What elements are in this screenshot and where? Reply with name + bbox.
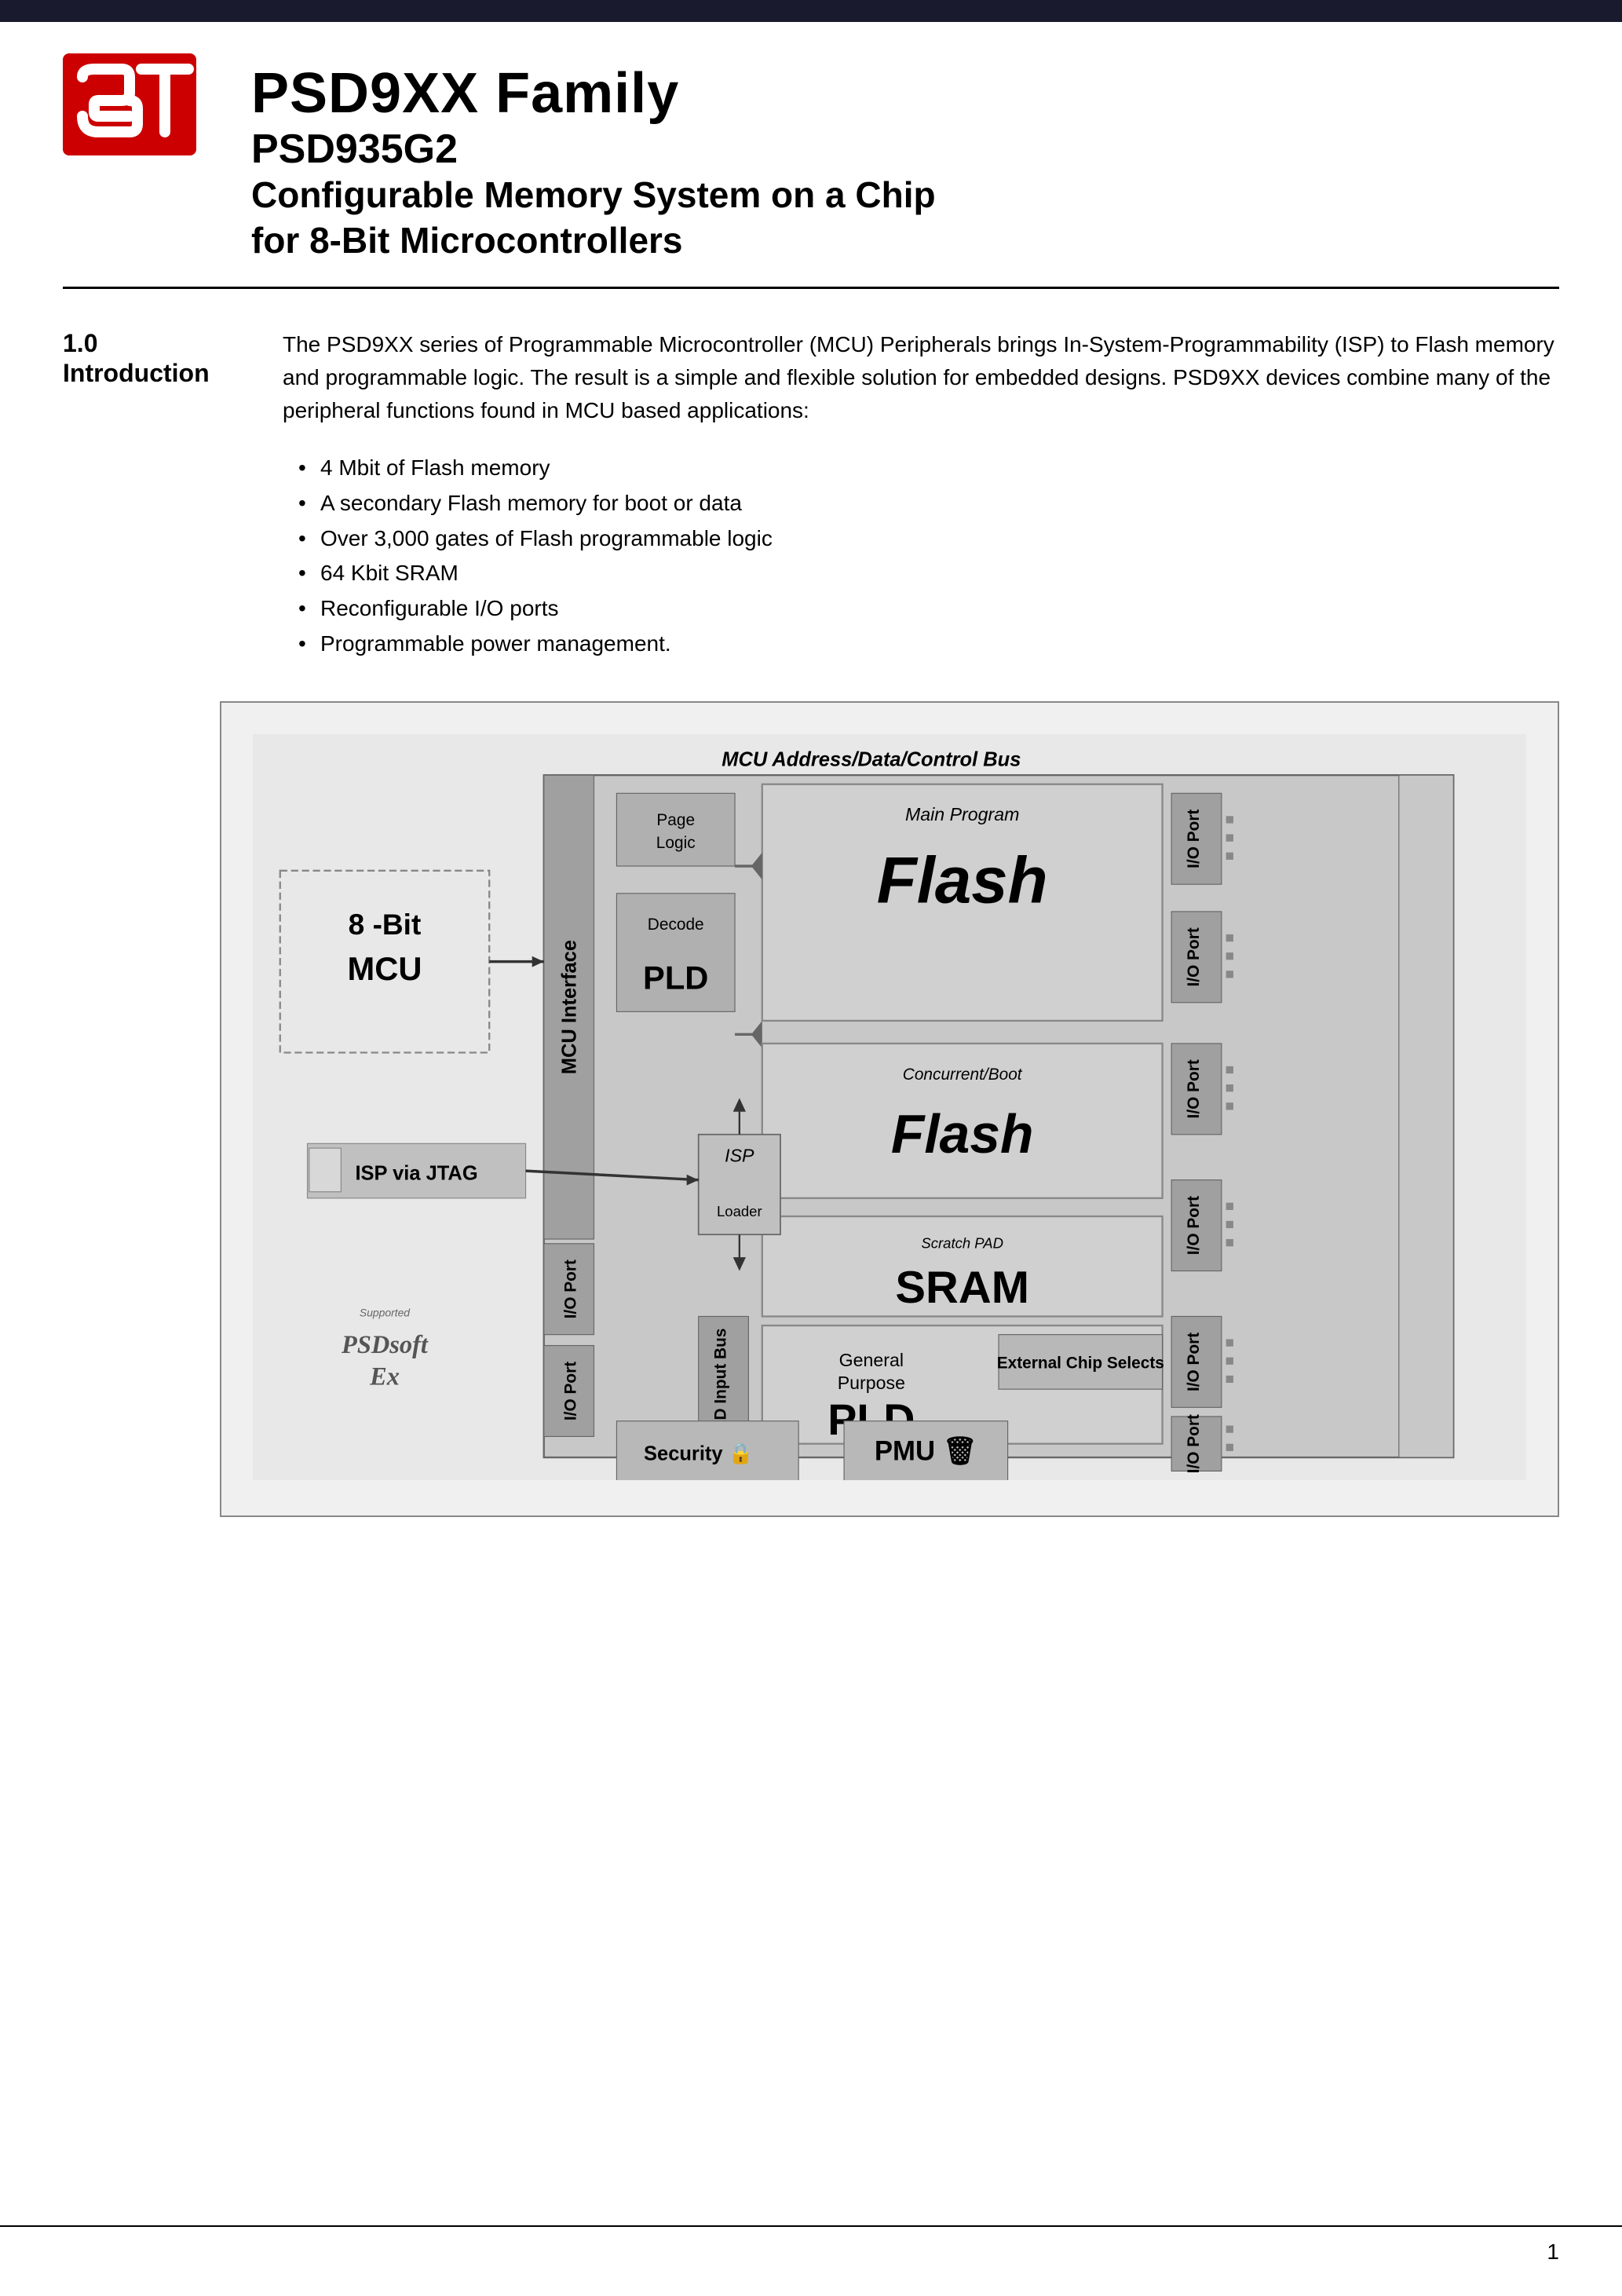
section-number: 1.0 bbox=[63, 328, 236, 358]
bullet-item: Programmable power management. bbox=[298, 627, 1559, 662]
bullet-item: 4 Mbit of Flash memory bbox=[298, 451, 1559, 486]
io-port-left1: I/O Port bbox=[561, 1260, 579, 1318]
section-body: The PSD9XX series of Programmable Microc… bbox=[283, 328, 1559, 662]
section-label: 1.0 Introduction bbox=[63, 328, 236, 662]
mcu-interface-label: MCU Interface bbox=[558, 940, 580, 1074]
loader-text: Loader bbox=[717, 1203, 762, 1219]
flash-main-text: Flash bbox=[877, 843, 1048, 916]
purpose-text: Purpose bbox=[838, 1373, 905, 1393]
io-port-r2: I/O Port bbox=[1185, 927, 1203, 986]
supported-label: Supported bbox=[360, 1306, 411, 1318]
chip-architecture-diagram: MCU Address/Data/Control Bus 8 -Bit MCU … bbox=[253, 734, 1526, 1480]
main-title: PSD9XX Family bbox=[251, 61, 1559, 126]
isp-jtag-label: ISP via JTAG bbox=[355, 1162, 477, 1184]
bullet-list: 4 Mbit of Flash memory A secondary Flash… bbox=[298, 451, 1559, 662]
scratch-pad-label: Scratch PAD bbox=[921, 1234, 1003, 1251]
pmu-text: PMU 🗑 bbox=[875, 1435, 977, 1466]
io-port-r5: I/O Port bbox=[1185, 1332, 1203, 1391]
bullet-item: 64 Kbit SRAM bbox=[298, 556, 1559, 591]
header-bar bbox=[0, 0, 1622, 22]
diagram-section: MCU Address/Data/Control Bus 8 -Bit MCU … bbox=[0, 701, 1622, 1564]
psdsoftex-logo: PSDsoft bbox=[341, 1331, 429, 1359]
flash-boot-text: Flash bbox=[891, 1103, 1034, 1164]
io-port-r4: I/O Port bbox=[1185, 1196, 1203, 1255]
decode-label: Decode bbox=[648, 916, 704, 934]
main-program-text: Main Program bbox=[905, 804, 1019, 824]
bullet-item: Reconfigurable I/O ports bbox=[298, 591, 1559, 627]
isp-text: ISP bbox=[725, 1145, 754, 1165]
general-purpose-text: General bbox=[839, 1350, 904, 1370]
psdsoftex-logo2: Ex bbox=[369, 1362, 400, 1391]
io-port-r3: I/O Port bbox=[1185, 1059, 1203, 1118]
bullet-item: Over 3,000 gates of Flash programmable l… bbox=[298, 521, 1559, 557]
bus-label: MCU Address/Data/Control Bus bbox=[721, 748, 1021, 770]
mcu-label-mcu: MCU bbox=[348, 950, 422, 987]
diagram-container: MCU Address/Data/Control Bus 8 -Bit MCU … bbox=[220, 701, 1559, 1517]
main-content: 1.0 Introduction The PSD9XX series of Pr… bbox=[0, 289, 1622, 701]
io-port-r1: I/O Port bbox=[1185, 809, 1203, 868]
intro-text: The PSD9XX series of Programmable Microc… bbox=[283, 328, 1559, 427]
pld-decode-label: PLD bbox=[643, 959, 708, 996]
page-number: 1 bbox=[1547, 2239, 1559, 2265]
sram-label: SRAM bbox=[895, 1263, 1029, 1313]
footer: 1 bbox=[0, 2225, 1622, 2265]
st-logo-area bbox=[63, 53, 204, 163]
io-port-left2: I/O Port bbox=[561, 1362, 579, 1420]
page-logic-label2: Logic bbox=[656, 834, 696, 852]
st-logo-svg bbox=[63, 53, 196, 155]
mcu-label-8bit: 8 -Bit bbox=[349, 908, 422, 941]
section-title: Introduction bbox=[63, 358, 236, 388]
subtitle-desc: Configurable Memory System on a Chipfor … bbox=[251, 173, 1559, 263]
header-area: PSD9XX Family PSD935G2 Configurable Memo… bbox=[0, 22, 1622, 287]
subtitle-model: PSD935G2 bbox=[251, 126, 1559, 173]
concurrent-boot-label: Concurrent/Boot bbox=[903, 1066, 1023, 1084]
bullet-item: A secondary Flash memory for boot or dat… bbox=[298, 486, 1559, 521]
io-port-r6: I/O Port bbox=[1185, 1414, 1203, 1473]
external-chip-selects: External Chip Selects bbox=[997, 1354, 1164, 1372]
security-text: Security 🔒 bbox=[644, 1442, 753, 1464]
page-logic-label: Page bbox=[656, 811, 695, 829]
title-area: PSD9XX Family PSD935G2 Configurable Memo… bbox=[251, 53, 1559, 263]
